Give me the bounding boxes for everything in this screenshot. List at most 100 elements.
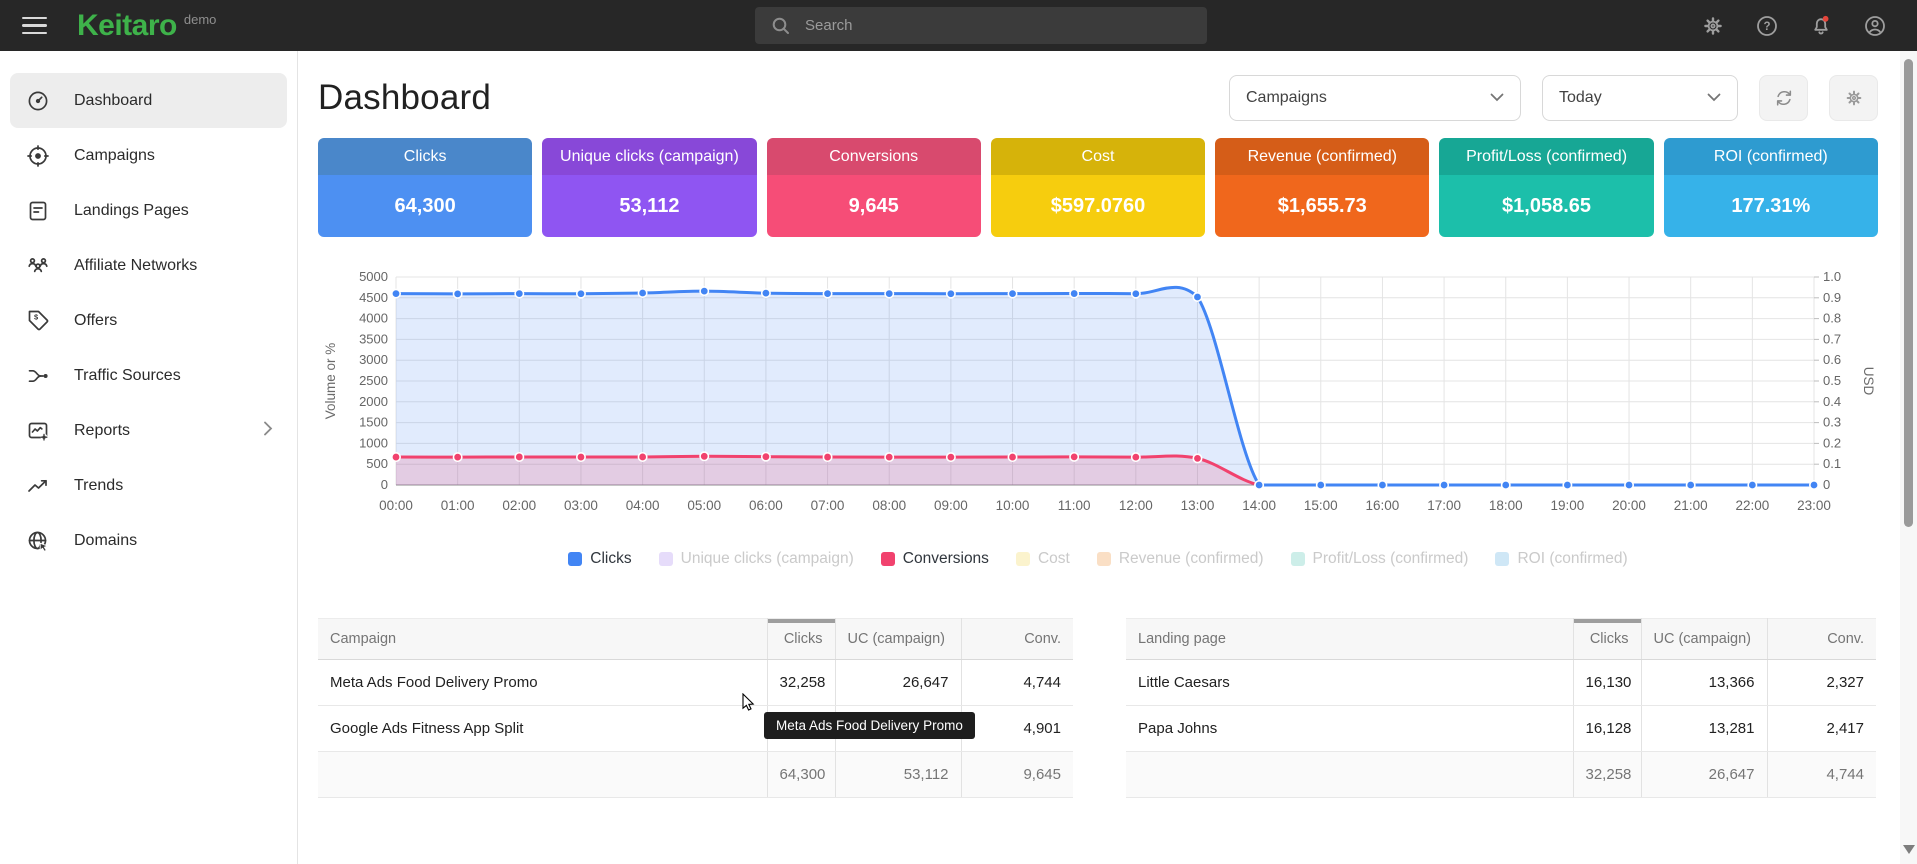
sidebar-item-label: Traffic Sources xyxy=(74,367,181,385)
legend-item-profit-loss-confirmed[interactable]: Profit/Loss (confirmed) xyxy=(1291,550,1469,568)
column-header-campaign[interactable]: Campaign xyxy=(318,619,767,660)
user-account-icon[interactable] xyxy=(1863,14,1887,38)
sidebar-item-label: Reports xyxy=(74,422,130,440)
legend-label: Profit/Loss (confirmed) xyxy=(1313,550,1469,568)
sidebar-item-domains[interactable]: Domains xyxy=(10,513,287,568)
column-header-clicks[interactable]: Clicks xyxy=(1573,619,1641,660)
sidebar-item-offers[interactable]: $ Offers xyxy=(10,293,287,348)
table-row[interactable]: Papa Johns16,12813,2812,417 xyxy=(1126,706,1876,752)
stat-card-conversions: Conversions 9,645 xyxy=(767,138,981,237)
grouping-select[interactable]: Campaigns xyxy=(1229,75,1521,121)
legend-item-conversions[interactable]: Conversions xyxy=(881,550,989,568)
row-name-cell: Meta Ads Food Delivery Promo xyxy=(318,660,767,706)
chart-legend: Clicks Unique clicks (campaign) Conversi… xyxy=(318,550,1878,568)
row-value-cell: 4,901 xyxy=(961,706,1073,752)
stat-card-label: Revenue (confirmed) xyxy=(1215,138,1429,175)
column-header-conv[interactable]: Conv. xyxy=(961,619,1073,660)
scrollbar-down-arrow[interactable] xyxy=(1903,845,1915,860)
logo-text: Keitaro xyxy=(77,11,177,41)
svg-text:12:00: 12:00 xyxy=(1119,498,1153,513)
search-input[interactable] xyxy=(805,17,1165,34)
legend-label: Cost xyxy=(1038,550,1070,568)
legend-swatch xyxy=(1016,552,1030,566)
row-value-cell: 16,130 xyxy=(1573,660,1641,706)
totals-cell: 9,645 xyxy=(961,752,1073,798)
svg-text:3500: 3500 xyxy=(359,331,388,346)
stat-card-value: 177.31% xyxy=(1664,175,1878,237)
help-icon[interactable]: ? xyxy=(1755,14,1779,38)
stat-card-label: Unique clicks (campaign) xyxy=(542,138,756,175)
stat-card-label: Clicks xyxy=(318,138,532,175)
svg-text:20:00: 20:00 xyxy=(1612,498,1646,513)
campaigns-table: CampaignClicksUC (campaign)Conv.Meta Ads… xyxy=(318,618,1073,798)
offers-icon: $ xyxy=(26,309,52,333)
svg-text:0.4: 0.4 xyxy=(1823,394,1841,409)
table-row[interactable]: Little Caesars16,13013,3662,327 xyxy=(1126,660,1876,706)
totals-cell xyxy=(1126,752,1573,798)
date-range-select[interactable]: Today xyxy=(1542,75,1738,121)
menu-toggle-icon[interactable] xyxy=(22,12,47,40)
legend-item-clicks[interactable]: Clicks xyxy=(568,550,631,568)
settings-icon[interactable] xyxy=(1701,14,1725,38)
sidebar-item-dashboard[interactable]: Dashboard xyxy=(10,73,287,128)
sidebar-item-landings-pages[interactable]: Landings Pages xyxy=(10,183,287,238)
stat-card-value: 9,645 xyxy=(767,175,981,237)
column-header-uc-campaign[interactable]: UC (campaign) xyxy=(835,619,961,660)
global-search xyxy=(755,7,1207,44)
row-value-cell: 4,744 xyxy=(961,660,1073,706)
legend-swatch xyxy=(1291,552,1305,566)
sidebar-item-label: Trends xyxy=(74,477,123,495)
table-row[interactable]: Meta Ads Food Delivery Promo32,25826,647… xyxy=(318,660,1073,706)
legend-item-revenue-confirmed[interactable]: Revenue (confirmed) xyxy=(1097,550,1264,568)
totals-cell: 53,112 xyxy=(835,752,961,798)
traffic-chart: 00:0001:0002:0003:0004:0005:0006:0007:00… xyxy=(318,265,1878,523)
svg-text:Volume or %: Volume or % xyxy=(323,343,338,420)
stat-card-value: $1,655.73 xyxy=(1215,175,1429,237)
svg-text:10:00: 10:00 xyxy=(996,498,1030,513)
column-header-uc-campaign[interactable]: UC (campaign) xyxy=(1641,619,1767,660)
stat-card-value: $1,058.65 xyxy=(1439,175,1653,237)
svg-text:11:00: 11:00 xyxy=(1058,498,1091,513)
column-header-landing-page[interactable]: Landing page xyxy=(1126,619,1573,660)
row-name-cell: Google Ads Fitness App Split xyxy=(318,706,767,752)
sidebar-item-campaigns[interactable]: Campaigns xyxy=(10,128,287,183)
chart-section: 00:0001:0002:0003:0004:0005:0006:0007:00… xyxy=(318,265,1878,568)
svg-text:0.5: 0.5 xyxy=(1823,373,1841,388)
page-title: Dashboard xyxy=(318,78,491,118)
svg-text:1000: 1000 xyxy=(359,435,388,450)
sidebar-item-traffic-sources[interactable]: Traffic Sources xyxy=(10,348,287,403)
legend-label: Unique clicks (campaign) xyxy=(681,550,854,568)
svg-text:0: 0 xyxy=(381,477,388,492)
refresh-button[interactable] xyxy=(1759,75,1808,121)
dashboard-settings-button[interactable] xyxy=(1829,75,1878,121)
totals-cell xyxy=(318,752,767,798)
svg-text:2000: 2000 xyxy=(359,394,388,409)
sidebar-nav: Dashboard Campaigns Landings Pages Affil… xyxy=(0,51,298,864)
totals-cell: 4,744 xyxy=(1767,752,1876,798)
svg-text:13:00: 13:00 xyxy=(1181,498,1215,513)
campaigns-icon xyxy=(26,144,52,168)
column-header-clicks[interactable]: Clicks xyxy=(767,619,835,660)
sidebar-item-reports[interactable]: Reports xyxy=(10,403,287,458)
landing-pages-table: Landing pageClicksUC (campaign)Conv.Litt… xyxy=(1126,618,1876,798)
row-value-cell: 16,128 xyxy=(1573,706,1641,752)
legend-item-cost[interactable]: Cost xyxy=(1016,550,1070,568)
svg-text:04:00: 04:00 xyxy=(626,498,660,513)
scrollbar-thumb[interactable] xyxy=(1904,59,1913,527)
stat-card-clicks: Clicks 64,300 xyxy=(318,138,532,237)
column-header-conv[interactable]: Conv. xyxy=(1767,619,1876,660)
sidebar-item-label: Offers xyxy=(74,312,117,330)
svg-text:05:00: 05:00 xyxy=(687,498,721,513)
stat-card-value: 64,300 xyxy=(318,175,532,237)
app-logo: Keitaro demo xyxy=(77,11,216,41)
sidebar-item-affiliate-networks[interactable]: Affiliate Networks xyxy=(10,238,287,293)
legend-item-roi-confirmed[interactable]: ROI (confirmed) xyxy=(1495,550,1627,568)
mouse-cursor xyxy=(741,693,761,718)
svg-text:5000: 5000 xyxy=(359,269,388,284)
legend-item-unique-clicks-campaign[interactable]: Unique clicks (campaign) xyxy=(659,550,854,568)
legend-swatch xyxy=(568,552,582,566)
notifications-bell-icon[interactable] xyxy=(1809,14,1833,38)
stat-card-unique-clicks-campaign: Unique clicks (campaign) 53,112 xyxy=(542,138,756,237)
sidebar-item-trends[interactable]: Trends xyxy=(10,458,287,513)
scrollbar xyxy=(1900,51,1917,864)
